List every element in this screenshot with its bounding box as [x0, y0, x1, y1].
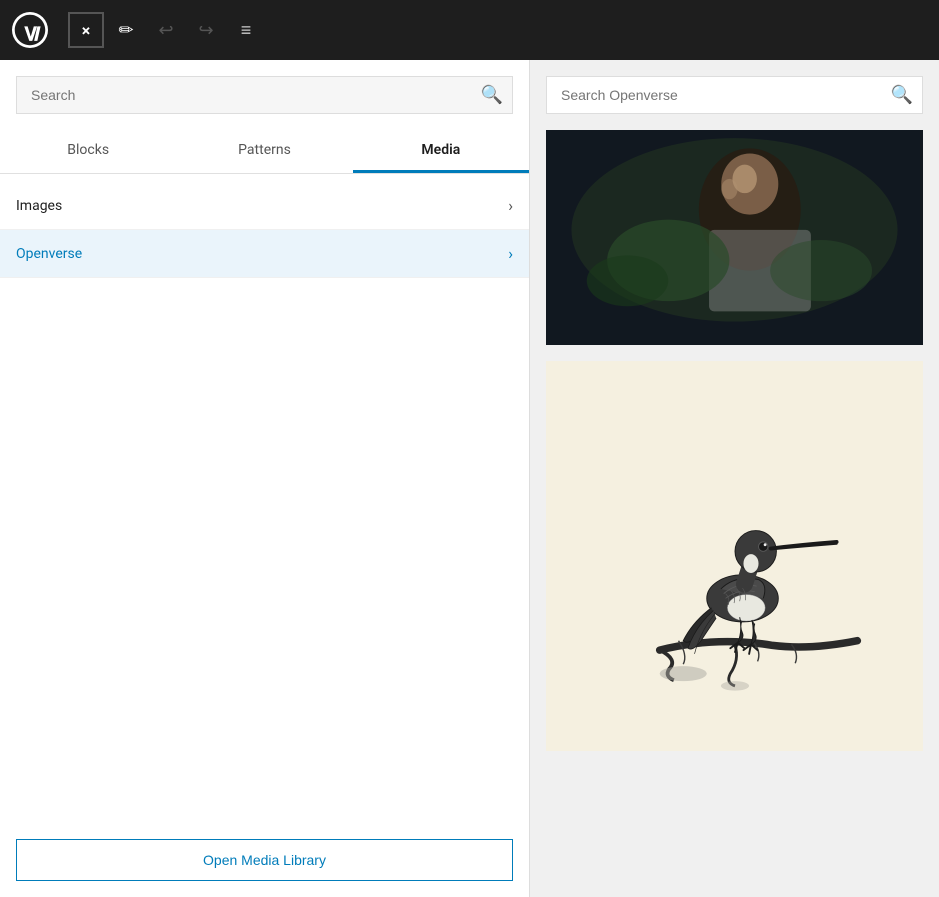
search-icon: 🔍 — [481, 85, 503, 105]
openverse-search-bar: 🔍 — [546, 76, 923, 114]
image-result[interactable] — [546, 130, 923, 345]
open-media-library-button[interactable]: Open Media Library — [16, 839, 513, 881]
search-bar: 🔍 — [16, 76, 513, 114]
right-panel: 🔍 — [530, 60, 939, 897]
edit-icon: ✏ — [118, 20, 133, 41]
edit-button[interactable]: ✏ — [108, 12, 144, 48]
chevron-right-icon: › — [508, 244, 513, 263]
wp-logo — [0, 0, 60, 60]
menu-icon: ≡ — [241, 20, 252, 41]
redo-button[interactable]: ↪ — [188, 12, 224, 48]
undo-icon: ↩ — [158, 20, 173, 41]
tabs: Blocks Patterns Media — [0, 130, 529, 174]
bird-illustration-svg — [595, 396, 875, 716]
media-list: Images › Openverse › — [0, 174, 529, 823]
undo-button[interactable]: ↩ — [148, 12, 184, 48]
search-icon: 🔍 — [891, 85, 913, 105]
search-button[interactable]: 🔍 — [481, 85, 503, 106]
images-label: Images — [16, 198, 62, 214]
toolbar: × ✏ ↩ ↪ ≡ — [0, 0, 939, 60]
left-panel: 🔍 Blocks Patterns Media Images › Openver… — [0, 60, 530, 897]
redo-icon: ↪ — [198, 20, 213, 41]
tab-patterns[interactable]: Patterns — [176, 130, 352, 173]
openverse-search-input[interactable] — [546, 76, 923, 114]
list-item[interactable]: Images › — [0, 182, 529, 230]
openverse-search-button[interactable]: 🔍 — [891, 85, 913, 106]
close-button[interactable]: × — [68, 12, 104, 48]
openverse-label: Openverse — [16, 246, 82, 262]
tab-blocks[interactable]: Blocks — [0, 130, 176, 173]
image-1-svg — [546, 130, 923, 345]
tab-media[interactable]: Media — [353, 130, 529, 173]
search-input[interactable] — [16, 76, 513, 114]
chevron-right-icon: › — [508, 196, 513, 215]
menu-button[interactable]: ≡ — [228, 12, 264, 48]
list-item[interactable]: Openverse › — [0, 230, 529, 278]
image-result[interactable] — [546, 361, 923, 751]
main-content: 🔍 Blocks Patterns Media Images › Openver… — [0, 60, 939, 897]
close-icon: × — [82, 21, 91, 40]
